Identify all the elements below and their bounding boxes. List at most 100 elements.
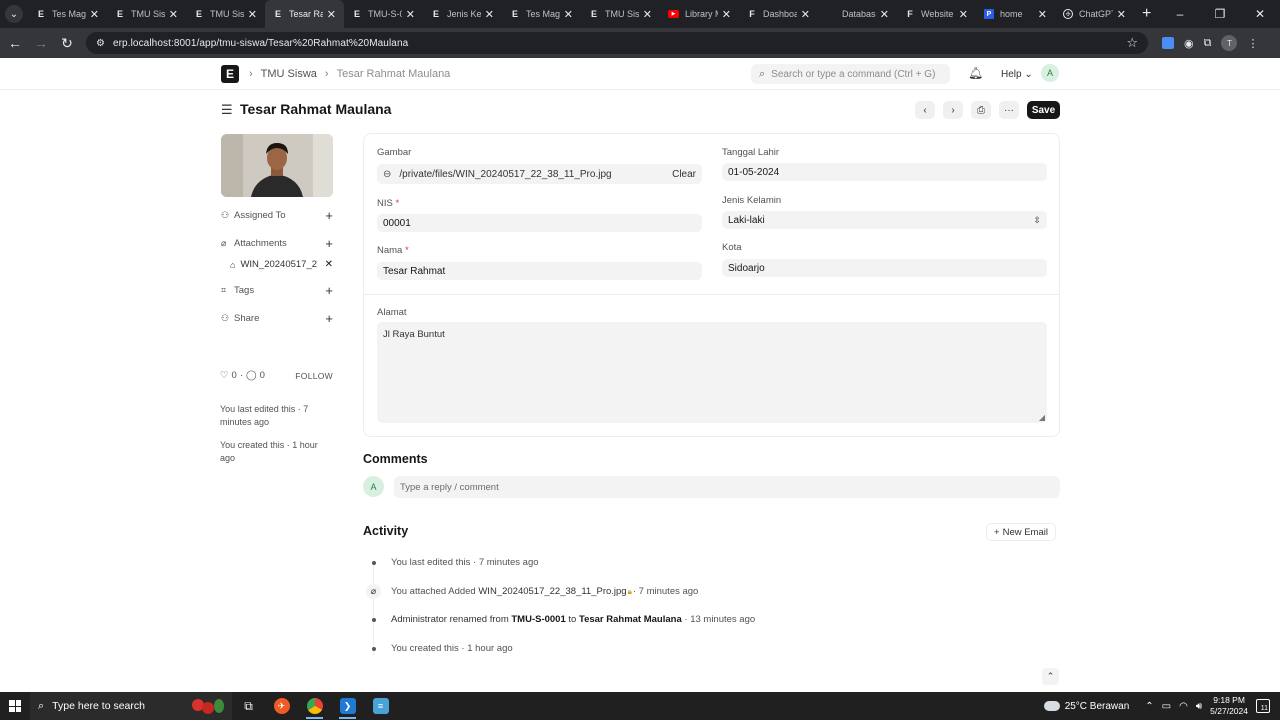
browser-tab[interactable]: E Tesar Rahmat ✕ (265, 0, 344, 28)
kebab-menu-icon[interactable]: ⋮ (1247, 37, 1258, 50)
profile-avatar[interactable]: T (1221, 35, 1238, 51)
clock[interactable]: 9:18 PM 5/27/2024 (1210, 695, 1248, 717)
resize-grip-icon[interactable]: ◢ (1039, 413, 1045, 422)
close-tab-icon[interactable]: ✕ (406, 8, 415, 21)
attachment-item[interactable]: ⌂ WIN_20240517_2 ✕ (230, 259, 333, 270)
breadcrumb-parent[interactable]: TMU Siswa (261, 68, 317, 80)
taskbar-app-chrome[interactable] (298, 692, 331, 720)
omnibox[interactable]: ⚙ erp.localhost:8001/app/tmu-siswa/Tesar… (86, 32, 1148, 54)
heart-icon[interactable]: ♡ (220, 370, 229, 381)
attached-file-link[interactable]: WIN_20240517_22_38_11_Pro.jpg (478, 586, 626, 597)
close-tab-icon[interactable]: ✕ (485, 8, 494, 21)
follow-button[interactable]: FOLLOW (295, 371, 333, 381)
add-tag-button[interactable]: + (325, 283, 333, 298)
back-button[interactable]: ← (2, 30, 28, 56)
close-window-icon[interactable]: ✕ (1240, 7, 1280, 21)
wifi-icon[interactable]: ◠ (1179, 701, 1188, 712)
new-tab-button[interactable]: + (1134, 5, 1159, 23)
browser-tab[interactable]: E Jenis Kelamin ✕ (423, 0, 502, 28)
print-button[interactable]: ⎙ (971, 101, 991, 119)
attachment-filename[interactable]: WIN_20240517_2 (240, 259, 324, 270)
minimize-icon[interactable]: – (1160, 7, 1200, 21)
browser-tab[interactable]: E Tes Magang ✕ (502, 0, 581, 28)
close-tab-icon[interactable]: ✕ (327, 8, 336, 21)
nama-input[interactable]: Tesar Rahmat (377, 262, 702, 280)
assigned-to-row: ⚇ Assigned To + (221, 208, 333, 223)
camera-extension-icon[interactable]: ◉ (1184, 37, 1194, 50)
reload-button[interactable]: ↻ (54, 30, 80, 56)
browser-tab[interactable]: ✣ ChatGPT ✕ (1055, 0, 1134, 28)
sidebar-toggle-icon[interactable]: ☰ (221, 102, 233, 118)
browser-tab[interactable]: E Tes Magang ✕ (28, 0, 107, 28)
add-attachment-button[interactable]: + (325, 236, 333, 251)
user-avatar[interactable]: A (1041, 64, 1059, 82)
browser-tab[interactable]: F Dashboard ✕ (739, 0, 818, 28)
profile-photo[interactable] (221, 134, 333, 197)
close-tab-icon[interactable]: ✕ (959, 8, 968, 21)
forward-button[interactable]: → (28, 30, 54, 56)
weather-widget[interactable]: 25°C Berawan (1041, 697, 1129, 712)
more-actions-button[interactable]: ··· (999, 101, 1019, 119)
comment-icon[interactable]: ◯ (246, 370, 257, 381)
bookmark-star-icon[interactable]: ☆ (1126, 35, 1138, 51)
browser-tab[interactable]: ▶ Library M ✕ (660, 0, 739, 28)
notification-center-icon[interactable]: 11 (1256, 699, 1270, 713)
tab-search-button[interactable]: ⌄ (0, 0, 28, 28)
close-tab-icon[interactable]: ✕ (643, 8, 652, 21)
close-tab-icon[interactable]: ✕ (801, 8, 810, 21)
close-tab-icon[interactable]: ✕ (169, 8, 178, 21)
jenis-kelamin-select[interactable]: Laki-laki ⇳ (722, 211, 1047, 229)
browser-tab[interactable]: E TMU-S-0001 ✕ (344, 0, 423, 28)
app-logo[interactable]: E (221, 65, 239, 83)
notification-bell-icon[interactable]: 🔔︎ (968, 66, 983, 80)
close-tab-icon[interactable]: ✕ (90, 8, 99, 21)
chevron-up-icon[interactable]: ⌃ (1145, 701, 1153, 712)
save-button[interactable]: Save (1027, 101, 1060, 119)
clear-attachment-button[interactable]: Clear (672, 169, 696, 180)
restore-icon[interactable]: ❐ (1200, 7, 1240, 21)
start-button[interactable] (0, 692, 30, 720)
kota-input[interactable]: Sidoarjo (722, 259, 1047, 277)
breadcrumb-current[interactable]: Tesar Rahmat Maulana (337, 68, 451, 80)
taskbar-app-vscode[interactable]: ❯ (331, 692, 364, 720)
network-icon[interactable]: ▭ (1162, 701, 1171, 712)
task-view-button[interactable]: ⧉ (232, 692, 265, 720)
close-tab-icon[interactable]: ✕ (1038, 8, 1047, 21)
new-email-button[interactable]: + New Email (986, 523, 1056, 541)
tanggal-lahir-input[interactable]: 01-05-2024 (722, 163, 1047, 181)
activity-heading: Activity (363, 524, 409, 538)
browser-tab[interactable]: Database ✕ (818, 0, 897, 28)
gambar-file-link[interactable]: /private/files/WIN_20240517_22_38_11_Pro… (399, 169, 672, 180)
close-tab-icon[interactable]: ✕ (880, 8, 889, 21)
browser-tab[interactable]: Phome ✕ (976, 0, 1055, 28)
site-info-icon[interactable]: ⚙ (96, 38, 105, 49)
comment-input[interactable]: Type a reply / comment (394, 476, 1060, 498)
previous-doc-button[interactable]: ‹ (915, 101, 935, 119)
help-dropdown[interactable]: Help ⌄ (1001, 69, 1033, 80)
browser-tab[interactable]: E TMU Siswa ✕ (107, 0, 186, 28)
add-share-button[interactable]: + (325, 311, 333, 326)
activity-item: ⌀ You attached Added WIN_20240517_22_38_… (366, 584, 698, 599)
taskbar-app-postman[interactable]: ✈ (265, 692, 298, 720)
nis-input[interactable]: 00001 (377, 214, 702, 232)
next-doc-button[interactable]: › (943, 101, 963, 119)
windows-logo-icon (9, 700, 21, 712)
extension-icon[interactable] (1162, 37, 1174, 49)
close-tab-icon[interactable]: ✕ (248, 8, 257, 21)
alamat-textarea[interactable]: Jl Raya Buntut ◢ (377, 322, 1047, 423)
remove-attachment-icon[interactable]: ✕ (325, 259, 333, 270)
taskbar-app-notepad[interactable]: ≡ (364, 692, 397, 720)
scroll-to-top-button[interactable]: ⌃ (1042, 668, 1059, 685)
like-count: 0 (231, 370, 237, 381)
taskbar-search[interactable]: ⌕ Type here to search (30, 692, 232, 720)
awesome-bar-search[interactable]: ⌕ Search or type a command (Ctrl + G) (751, 64, 950, 84)
add-assignee-button[interactable]: + (325, 208, 333, 223)
close-tab-icon[interactable]: ✕ (1117, 8, 1126, 21)
browser-tab[interactable]: F Website ✕ (897, 0, 976, 28)
volume-icon[interactable]: 🔊︎ (1196, 701, 1202, 712)
browser-tab[interactable]: E TMU Siswa ✕ (186, 0, 265, 28)
browser-tab[interactable]: E TMU Siswa ✕ (581, 0, 660, 28)
close-tab-icon[interactable]: ✕ (722, 8, 731, 21)
close-tab-icon[interactable]: ✕ (564, 8, 573, 21)
puzzle-icon[interactable]: ⧉ (1204, 37, 1212, 50)
